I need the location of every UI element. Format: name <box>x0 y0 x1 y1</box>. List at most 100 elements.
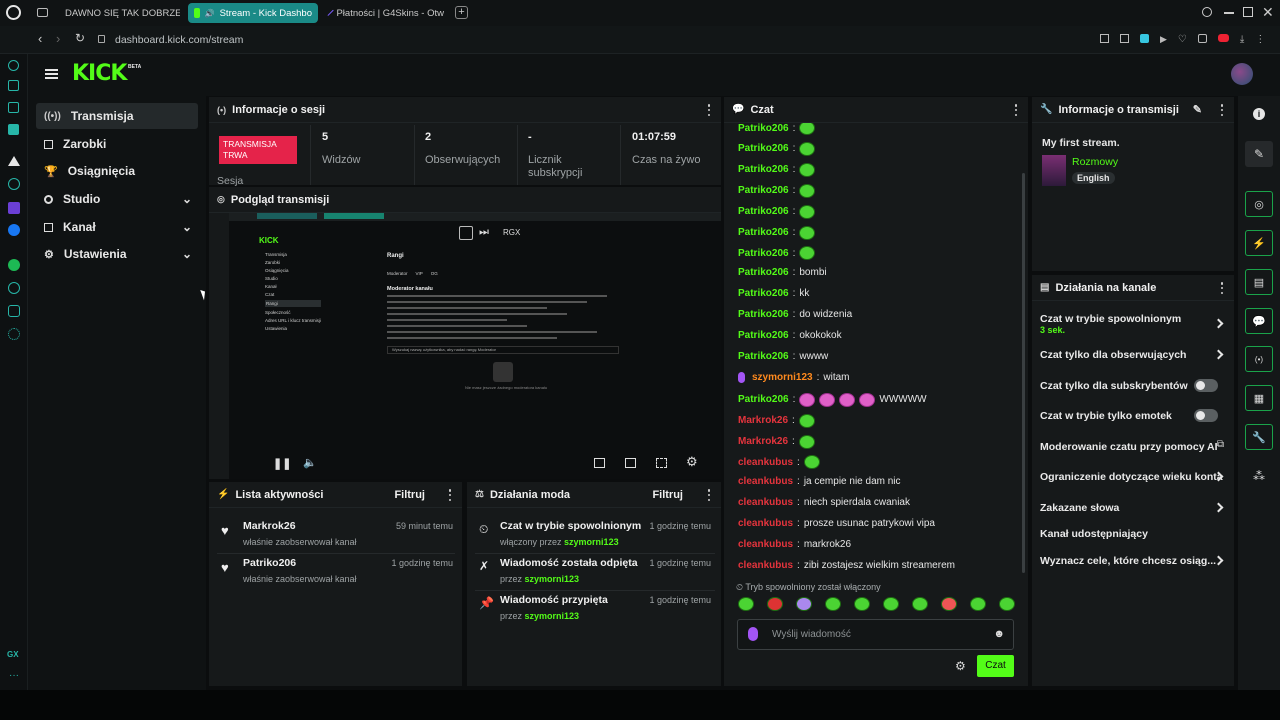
chat-username[interactable]: Markrok26 <box>738 415 788 426</box>
close-icon[interactable]: ✕ <box>1262 4 1274 21</box>
chat-username[interactable]: Patriko206 <box>738 206 789 217</box>
twitch-sidebar-icon[interactable] <box>8 102 19 113</box>
filter-button[interactable]: Filtruj <box>652 489 683 501</box>
stream-video-player[interactable]: KICK ⏭ RGX Transmisja Zarobki Osiągnięci… <box>229 213 721 479</box>
puzzle-icon[interactable] <box>1197 34 1207 43</box>
emote-icon[interactable] <box>912 597 928 611</box>
chatgpt-icon[interactable] <box>8 178 20 190</box>
slow-mode-option[interactable]: Czat w trybie spowolnionym 3 sek. <box>1032 311 1234 341</box>
avatar[interactable] <box>1231 63 1253 85</box>
more-icon[interactable]: ··· <box>9 670 19 681</box>
messenger-sidebar-icon[interactable] <box>8 124 19 135</box>
hamburger-menu-icon[interactable] <box>45 69 58 79</box>
emote-icon[interactable] <box>738 597 754 611</box>
download-icon[interactable]: ⤓ <box>1240 34 1244 45</box>
pause-icon[interactable]: ❚❚ <box>273 457 291 470</box>
mod-action-user[interactable]: szymorni123 <box>525 611 580 621</box>
toolbar-button-preview[interactable]: ◎ <box>1245 191 1273 217</box>
nav-item-kanal[interactable]: Kanał ⌄ <box>36 214 198 240</box>
search-icon[interactable] <box>1202 7 1212 17</box>
chat-username[interactable]: cleankubus <box>738 497 793 508</box>
player-settings-icon[interactable]: ⚙ <box>686 454 698 470</box>
chat-username[interactable]: Patriko206 <box>738 267 789 278</box>
more-options-icon[interactable] <box>1010 104 1022 116</box>
goals-option[interactable]: Wyznacz cele, które chcesz osiąg... <box>1032 553 1234 573</box>
more-options-icon[interactable] <box>703 489 715 501</box>
snapshot-icon[interactable] <box>1120 34 1129 43</box>
chat-username[interactable]: cleankubus <box>738 539 793 550</box>
emote-only-option[interactable]: Czat w trybie tylko emotek <box>1032 408 1234 428</box>
chat-username[interactable]: Patriko206 <box>738 227 789 238</box>
gx-corner-sidebar-icon[interactable] <box>8 80 19 91</box>
filter-button[interactable]: Filtruj <box>394 489 425 501</box>
tab-manager-icon[interactable] <box>37 8 48 17</box>
chat-username[interactable]: Patriko206 <box>738 394 789 405</box>
emote-icon[interactable] <box>970 597 986 611</box>
mod-action-user[interactable]: szymorni123 <box>564 537 619 547</box>
nav-item-studio[interactable]: Studio ⌄ <box>36 186 198 212</box>
chat-username[interactable]: Patriko206 <box>738 288 789 299</box>
kick-logo[interactable]: KICK <box>72 61 127 86</box>
browser-tab-g4skins[interactable]: Płatności | G4Skins - Otw <box>324 3 450 23</box>
edit-icon[interactable]: ✎ <box>1193 103 1202 116</box>
nav-item-osiagniecia[interactable]: 🏆 Osiągnięcia <box>36 158 198 184</box>
toolbar-button-broadcast[interactable]: (•) <box>1245 346 1273 372</box>
emote-icon[interactable] <box>825 597 841 611</box>
chat-username[interactable]: cleankubus <box>738 518 793 529</box>
opera-logo-icon[interactable] <box>6 5 21 20</box>
volume-icon[interactable]: 🔈 <box>303 456 317 469</box>
emote-icon[interactable] <box>999 597 1015 611</box>
toolbar-button-wrench[interactable]: 🔧 <box>1245 424 1273 450</box>
info-icon[interactable]: i <box>1253 108 1265 120</box>
emote-icon[interactable] <box>767 597 783 611</box>
extension-icon[interactable] <box>1100 34 1109 43</box>
edit-layout-button[interactable]: ✎ <box>1245 141 1273 167</box>
messenger-icon[interactable] <box>8 224 20 236</box>
menu-icon[interactable]: ⋮ <box>1255 34 1265 45</box>
emote-icon[interactable] <box>883 597 899 611</box>
chat-username[interactable]: Patriko206 <box>738 123 789 134</box>
chat-username[interactable]: cleankubus <box>738 476 793 487</box>
account-age-option[interactable]: Ograniczenie dotyczące wieku konta <box>1032 469 1234 489</box>
ai-moderation-option[interactable]: Moderowanie czatu przy pomocy AI ⧉ <box>1032 439 1234 459</box>
chat-username[interactable]: Patriko206 <box>738 330 789 341</box>
aria-icon[interactable] <box>8 156 20 166</box>
emote-only-toggle[interactable] <box>1194 409 1218 422</box>
vpn-icon[interactable] <box>1140 34 1149 43</box>
toolbar-button-activity[interactable]: ⚡ <box>1245 230 1273 256</box>
new-tab-button[interactable]: + <box>455 6 468 19</box>
nav-item-transmisja[interactable]: ((•)) Transmisja <box>36 103 198 129</box>
settings-sidebar-icon[interactable] <box>8 328 20 340</box>
chat-username[interactable]: szymorni123 <box>752 372 813 383</box>
theater-icon[interactable] <box>625 458 636 468</box>
followers-only-option[interactable]: Czat tylko dla obserwujących <box>1032 347 1234 367</box>
twitch-icon[interactable] <box>8 202 20 214</box>
chat-username[interactable]: Patriko206 <box>738 351 789 362</box>
chat-username[interactable]: Patriko206 <box>738 248 789 259</box>
host-channel-option[interactable]: Kanał udostępniający <box>1032 526 1234 546</box>
banned-words-option[interactable]: Zakazane słowa <box>1032 500 1234 520</box>
heart-icon[interactable]: ♡ <box>1178 34 1187 45</box>
spotify-icon[interactable] <box>8 259 20 271</box>
chat-username[interactable]: Patriko206 <box>738 164 789 175</box>
minimize-icon[interactable] <box>1224 12 1234 14</box>
more-options-icon[interactable] <box>703 104 715 116</box>
chat-username[interactable]: cleankubus <box>738 457 793 468</box>
gx-control-icon[interactable] <box>8 60 19 71</box>
history-icon[interactable] <box>8 282 20 294</box>
skip-icon[interactable]: ⏭ <box>479 226 489 239</box>
subscribers-only-option[interactable]: Czat tylko dla subskrybentów <box>1032 378 1234 398</box>
gx-corner-icon[interactable] <box>1217 34 1229 42</box>
category-link[interactable]: Rozmowy <box>1072 156 1118 168</box>
toolbar-button-chat[interactable]: 💬 <box>1245 308 1273 334</box>
forward-icon[interactable]: › <box>56 31 60 46</box>
toolbar-button-channel[interactable]: ▦ <box>1245 385 1273 411</box>
pip-icon[interactable] <box>594 458 605 468</box>
emote-icon[interactable] <box>854 597 870 611</box>
reload-icon[interactable]: ↻ <box>75 31 85 45</box>
chat-settings-icon[interactable]: ⚙ <box>955 659 966 673</box>
fullscreen-icon[interactable] <box>656 458 667 468</box>
send-chat-button[interactable]: Czat <box>977 655 1014 677</box>
chat-username[interactable]: Patriko206 <box>738 185 789 196</box>
chat-username[interactable]: Patriko206 <box>738 309 789 320</box>
